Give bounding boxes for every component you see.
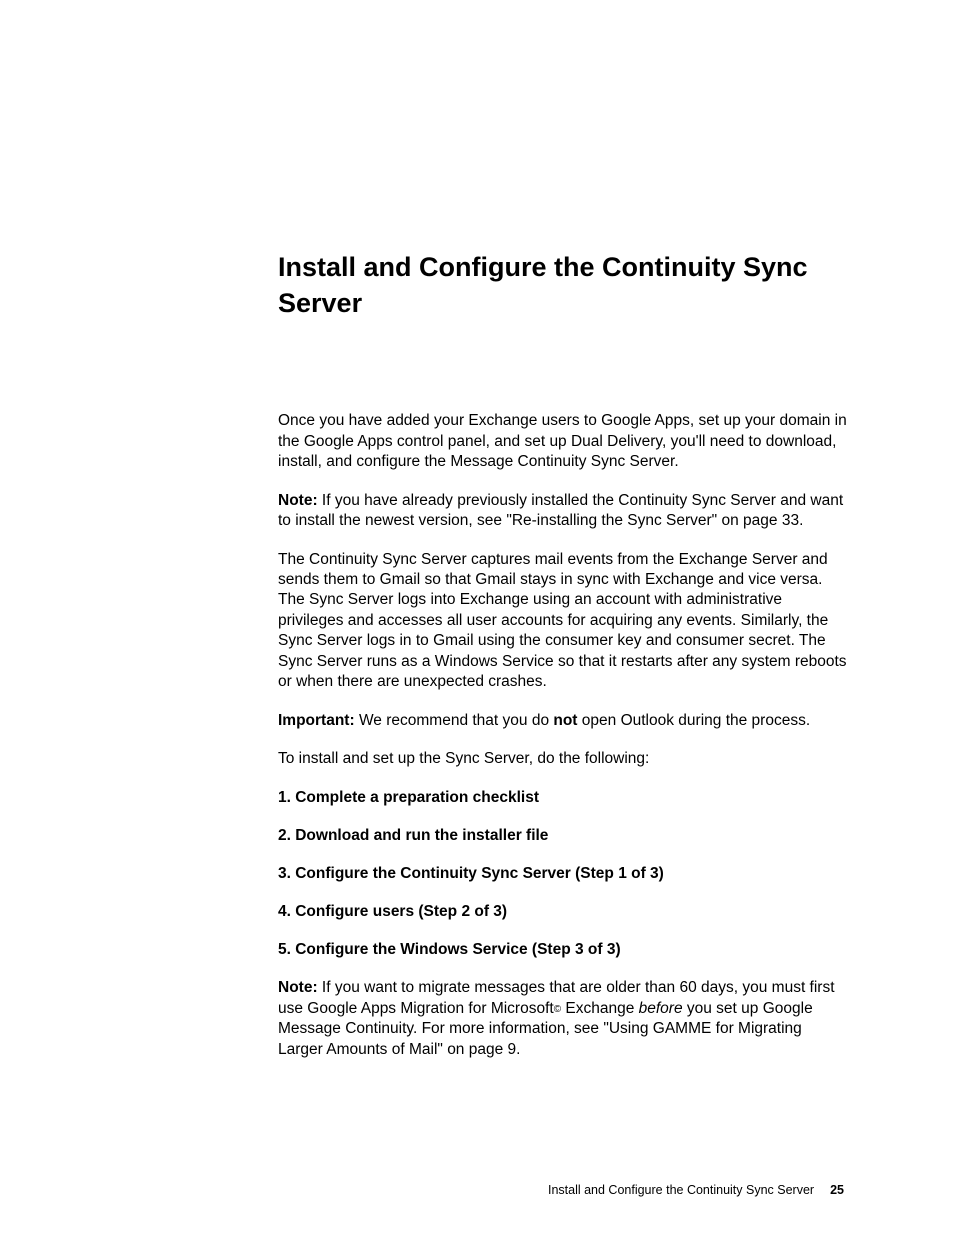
note-label: Note:: [278, 979, 318, 996]
important-pre: We recommend that you do: [355, 712, 554, 729]
copyright-symbol: ©: [554, 1004, 561, 1015]
important-emphasis: not: [553, 712, 577, 729]
note-migration: Note: If you want to migrate messages th…: [278, 978, 848, 1060]
step-5: 5. Configure the Windows Service (Step 3…: [278, 940, 848, 960]
page-footer: Install and Configure the Continuity Syn…: [548, 1183, 844, 1197]
description-paragraph: The Continuity Sync Server captures mail…: [278, 550, 848, 693]
note-migration-emphasis: before: [639, 1000, 683, 1017]
note-text: If you have already previously installed…: [278, 492, 843, 529]
page-content: Install and Configure the Continuity Syn…: [278, 250, 848, 1078]
page-title: Install and Configure the Continuity Syn…: [278, 250, 848, 321]
important-notice: Important: We recommend that you do not …: [278, 711, 848, 731]
note-migration-mid: Exchange: [561, 1000, 639, 1017]
steps-lead-in: To install and set up the Sync Server, d…: [278, 749, 848, 769]
intro-paragraph: Once you have added your Exchange users …: [278, 411, 848, 472]
important-post: open Outlook during the process.: [577, 712, 810, 729]
important-label: Important:: [278, 712, 355, 729]
step-3: 3. Configure the Continuity Sync Server …: [278, 864, 848, 884]
note-reinstall: Note: If you have already previously ins…: [278, 491, 848, 532]
heading-text: Install and Configure the Continuity Syn…: [278, 252, 808, 318]
step-1: 1. Complete a preparation checklist: [278, 788, 848, 808]
step-4: 4. Configure users (Step 2 of 3): [278, 902, 848, 922]
footer-title: Install and Configure the Continuity Syn…: [548, 1183, 814, 1197]
note-label: Note:: [278, 492, 318, 509]
footer-page-number: 25: [830, 1183, 844, 1197]
step-2: 2. Download and run the installer file: [278, 826, 848, 846]
